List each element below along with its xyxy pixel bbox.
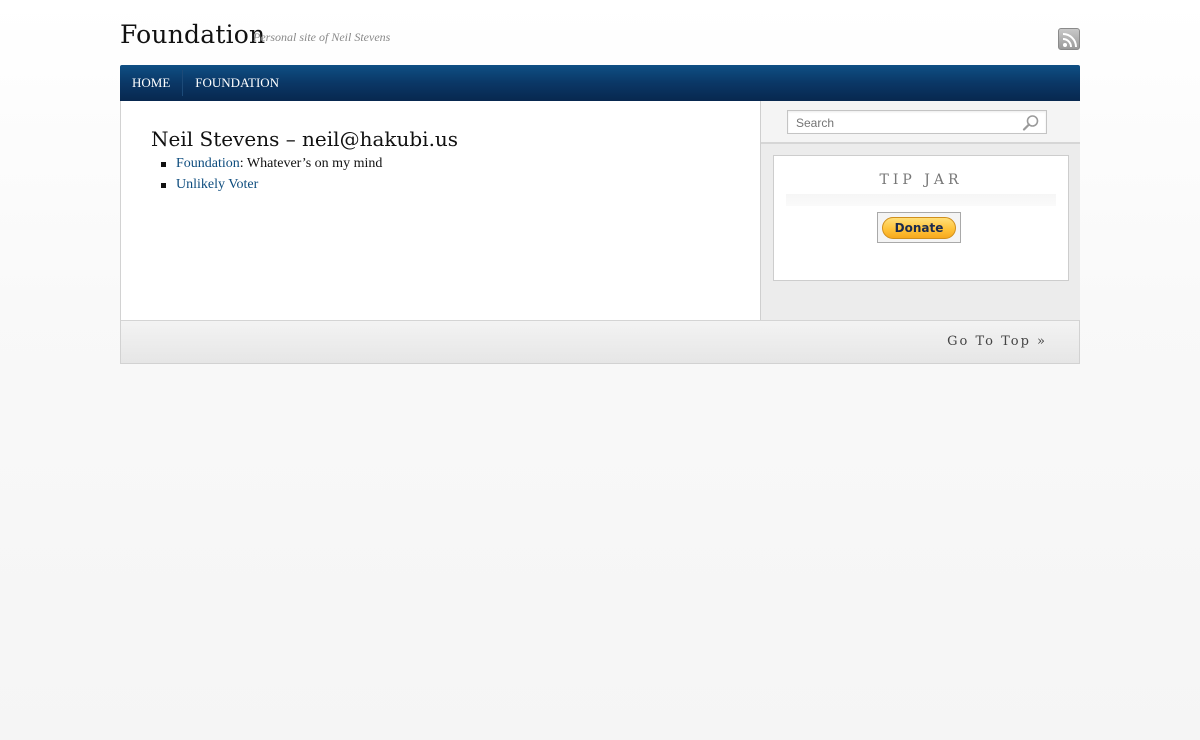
- search-input[interactable]: [796, 115, 1016, 131]
- main-content: Neil Stevens – neil@hakubi.us Foundation…: [121, 101, 761, 320]
- sidebar: TIP JAR Donate: [760, 101, 1080, 320]
- site-title[interactable]: Foundation: [120, 20, 265, 49]
- magnifier-icon[interactable]: [1022, 114, 1040, 136]
- list-item: Foundation: Whatever’s on my mind: [161, 153, 382, 174]
- donate-button-frame[interactable]: Donate: [877, 212, 961, 243]
- footer: Go To Top »: [121, 320, 1079, 363]
- widget-title: TIP JAR: [879, 172, 963, 188]
- search-box: [787, 110, 1047, 134]
- search-area: [761, 101, 1080, 144]
- nav-item-home[interactable]: HOME: [120, 65, 182, 101]
- link-list: Foundation: Whatever’s on my mind Unlike…: [161, 153, 382, 195]
- list-item: Unlikely Voter: [161, 174, 382, 195]
- page-heading: Neil Stevens – neil@hakubi.us: [151, 127, 459, 151]
- content-container: Neil Stevens – neil@hakubi.us Foundation…: [120, 101, 1080, 364]
- main-nav: HOME FOUNDATION: [120, 65, 1080, 101]
- tip-jar-widget: TIP JAR Donate: [773, 155, 1069, 281]
- rss-feed-icon[interactable]: [1058, 28, 1080, 50]
- widget-divider: [786, 194, 1056, 206]
- list-item-text: : Whatever’s on my mind: [239, 156, 383, 171]
- donate-button[interactable]: Donate: [882, 217, 956, 239]
- go-to-top-link[interactable]: Go To Top »: [947, 334, 1047, 349]
- site-tagline: Personal site of Neil Stevens: [253, 30, 391, 44]
- foundation-link[interactable]: Foundation: [176, 156, 240, 171]
- nav-item-foundation[interactable]: FOUNDATION: [183, 65, 291, 101]
- unlikely-voter-link[interactable]: Unlikely Voter: [176, 177, 258, 192]
